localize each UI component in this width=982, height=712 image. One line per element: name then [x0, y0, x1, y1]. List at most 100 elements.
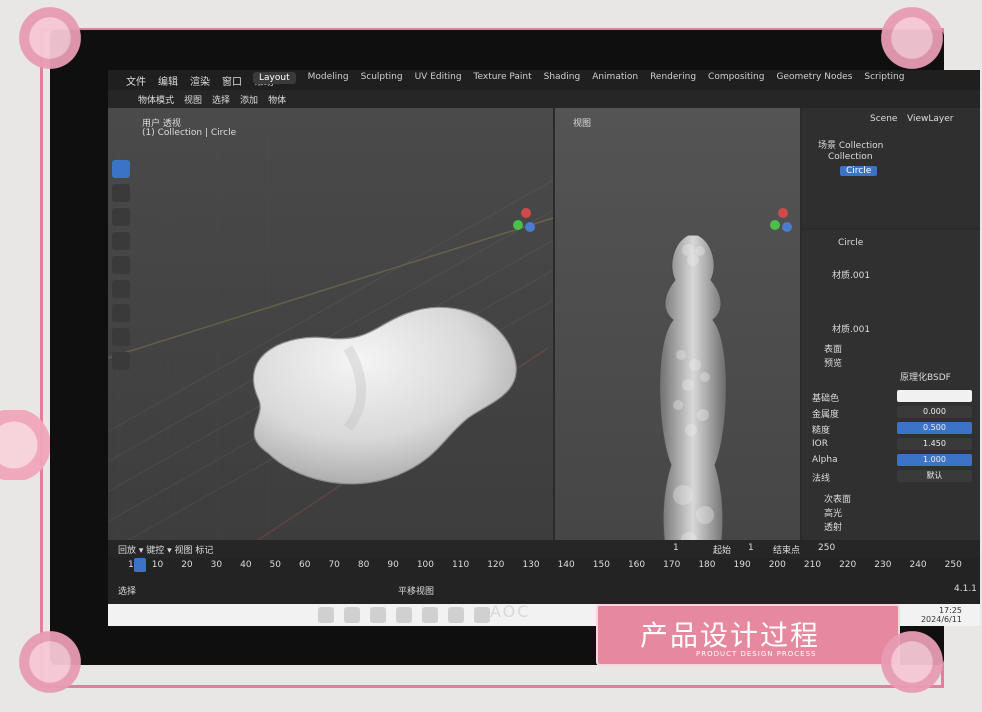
tab-animation[interactable]: Animation — [592, 72, 638, 84]
banner-subtitle: PRODUCT DESIGN PROCESS — [696, 650, 817, 658]
tab-uv-editing[interactable]: UV Editing — [415, 72, 462, 84]
outliner: Scene ViewLayer 场景 Collection Collection… — [802, 108, 980, 228]
circle-object-item[interactable]: Circle — [840, 166, 878, 176]
tool-add-cube-icon[interactable] — [112, 352, 130, 370]
view-menu[interactable]: 视图 — [184, 93, 202, 106]
prop-ior: IOR 1.450 — [802, 438, 980, 452]
tab-sculpting[interactable]: Sculpting — [361, 72, 403, 84]
material-slot-name[interactable]: 材质.001 — [832, 268, 870, 281]
header-items: 物体模式 视图 选择 添加 物体 — [138, 93, 286, 106]
tool-scale-icon[interactable] — [112, 256, 130, 274]
tool-transform-icon[interactable] — [112, 280, 130, 298]
ruler-1: 1 — [128, 560, 134, 570]
tab-compositing[interactable]: Compositing — [708, 72, 764, 84]
add-menu[interactable]: 添加 — [240, 93, 258, 106]
tool-cursor-icon[interactable] — [112, 184, 130, 202]
navigation-gizmo[interactable] — [503, 200, 539, 236]
ruler-60: 60 — [299, 560, 311, 570]
clock-time: 17:25 — [938, 606, 962, 615]
alpha-value[interactable]: 1.000 — [897, 454, 972, 466]
start-value[interactable]: 1 — [748, 543, 754, 553]
chrome-icon[interactable] — [396, 607, 412, 623]
end-label: 结束点 — [773, 546, 801, 556]
roughness-value[interactable]: 0.500 — [897, 422, 972, 434]
navigation-gizmo-right[interactable] — [760, 200, 796, 236]
metallic-value[interactable]: 0.000 — [897, 406, 972, 418]
top-menu: 文件 编辑 渲染 窗口 帮助 — [126, 73, 274, 88]
prop-normal: 法线 默认 — [802, 470, 980, 484]
tool-move-icon[interactable] — [112, 208, 130, 226]
ruler-220: 220 — [839, 560, 857, 570]
current-frame[interactable]: 1 — [673, 543, 679, 553]
timeline-header: 回放 ▾ 键控 ▾ 视图 标记 1 起始 1 结束点 250 — [108, 540, 980, 558]
shader-dropdown[interactable]: 原理化BSDF — [900, 370, 951, 383]
menu-file[interactable]: 文件 — [126, 73, 146, 88]
specular-section[interactable]: 高光 — [824, 506, 842, 519]
ruler-50: 50 — [269, 560, 281, 570]
tab-shading[interactable]: Shading — [544, 72, 581, 84]
tab-texture-paint[interactable]: Texture Paint — [474, 72, 532, 84]
normal-label: 法线 — [812, 474, 831, 484]
object-menu[interactable]: 物体 — [268, 93, 286, 106]
ruler-140: 140 — [557, 560, 575, 570]
collection-label: (1) Collection | Circle — [142, 128, 237, 138]
menu-window[interactable]: 窗口 — [222, 73, 242, 88]
ruler-170: 170 — [663, 560, 681, 570]
tool-select-icon[interactable] — [112, 160, 130, 178]
ruler-210: 210 — [803, 560, 822, 570]
ior-value[interactable]: 1.450 — [897, 438, 972, 450]
properties-panel: Circle 材质.001 材质.001 表面 预览 原理化BSDF 基础色 金… — [802, 230, 980, 540]
prop-alpha: Alpha 1.000 — [802, 454, 980, 468]
end-value[interactable]: 250 — [818, 543, 835, 553]
select-menu[interactable]: 选择 — [212, 93, 230, 106]
search-icon[interactable] — [344, 607, 360, 623]
tab-layout[interactable]: Layout — [253, 72, 296, 84]
ruler-110: 110 — [452, 560, 470, 570]
menu-render[interactable]: 渲染 — [190, 73, 210, 88]
ruler-180: 180 — [698, 560, 716, 570]
app-icon-2[interactable] — [474, 607, 490, 623]
tool-measure-icon[interactable] — [112, 328, 130, 346]
viewport-left[interactable]: 用户 透视 (1) Collection | Circle — [108, 108, 553, 540]
object-name: Circle — [838, 238, 864, 248]
monitor-brand: AOC — [490, 602, 531, 621]
top-right-corner-ornament — [880, 6, 960, 86]
gizmo-z-dot-right — [782, 222, 792, 232]
transmission-section[interactable]: 透射 — [824, 520, 842, 533]
app-icon[interactable] — [448, 607, 464, 623]
collection-item[interactable]: Collection — [828, 152, 873, 162]
ruler-30: 30 — [210, 560, 223, 570]
taskbar-icons — [318, 607, 490, 623]
tab-geometry-nodes[interactable]: Geometry Nodes — [776, 72, 852, 84]
tab-modeling[interactable]: Modeling — [308, 72, 349, 84]
scene-collection[interactable]: 场景 Collection — [818, 138, 883, 151]
viewport-header: 物体模式 视图 选择 添加 物体 — [108, 90, 980, 108]
design-process-banner: 产品设计过程 PRODUCT DESIGN PROCESS — [596, 604, 900, 666]
ruler-150: 150 — [592, 560, 610, 570]
workspace-tabs: Layout Modeling Sculpting UV Editing Tex… — [253, 72, 904, 84]
menu-edit[interactable]: 编辑 — [158, 73, 178, 88]
gizmo-x-dot — [521, 208, 531, 218]
tab-rendering[interactable]: Rendering — [650, 72, 696, 84]
ruler-90: 90 — [387, 560, 399, 570]
taskbar-clock: 17:25 2024/6/11 — [921, 606, 962, 624]
prop-roughness: 糙度 0.500 — [802, 422, 980, 436]
organic-mesh — [252, 306, 517, 485]
gizmo-x-dot-right — [778, 208, 788, 218]
blender-topbar: 文件 编辑 渲染 窗口 帮助 Layout Modeling Sculpting… — [108, 70, 980, 90]
file-explorer-icon[interactable] — [370, 607, 386, 623]
blender-icon[interactable] — [422, 607, 438, 623]
surface-section[interactable]: 表面 — [824, 342, 842, 355]
timeline-controls-label[interactable]: 回放 ▾ 键控 ▾ 视图 标记 — [118, 543, 213, 556]
subsurface-section[interactable]: 次表面 — [824, 492, 851, 505]
preview-section[interactable]: 预览 — [824, 356, 842, 369]
normal-value[interactable]: 默认 — [897, 470, 972, 482]
view-layer-label: ViewLayer — [907, 114, 954, 124]
object-mode-dropdown[interactable]: 物体模式 — [138, 93, 174, 106]
material-name[interactable]: 材质.001 — [832, 322, 870, 335]
base-color-value[interactable] — [897, 390, 972, 402]
tool-annotate-icon[interactable] — [112, 304, 130, 322]
windows-start-icon[interactable] — [318, 607, 334, 623]
tool-rotate-icon[interactable] — [112, 232, 130, 250]
sculpted-rod — [659, 234, 727, 581]
